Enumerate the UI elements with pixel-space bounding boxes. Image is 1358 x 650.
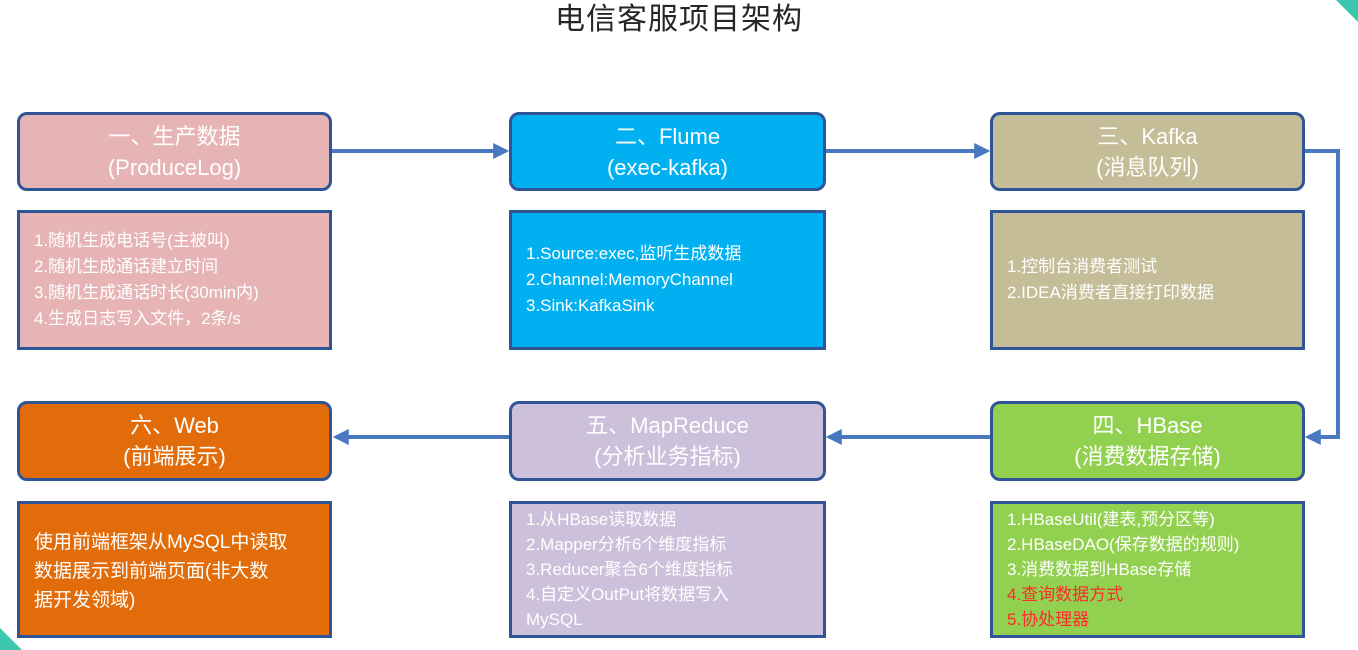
detail-item: 2.随机生成通话建立时间 xyxy=(34,257,219,276)
stage-mapreduce: 五、MapReduce (分析业务指标) xyxy=(509,401,826,481)
detail-item: 据开发领域) xyxy=(34,590,136,611)
detail-item-highlighted: 5.协处理器 xyxy=(1007,610,1090,629)
stage-mapreduce-subtitle: (分析业务指标) xyxy=(594,444,741,469)
stage-web-subtitle: (前端展示) xyxy=(123,444,226,469)
detail-item: 1.HBaseUtil(建表,预分区等) xyxy=(1007,510,1215,529)
stage-produce-details: 1.随机生成电话号(主被叫) 2.随机生成通话建立时间 3.随机生成通话时长(3… xyxy=(17,210,332,350)
stage-kafka-details: 1.控制台消费者测试 2.IDEA消费者直接打印数据 xyxy=(990,210,1305,350)
stage-mapreduce-details: 1.从HBase读取数据 2.Mapper分析6个维度指标 3.Reducer聚… xyxy=(509,501,826,638)
detail-item: 1.从HBase读取数据 xyxy=(526,510,677,529)
stage-flume-title: 二、Flume xyxy=(614,123,721,149)
stage-hbase: 四、HBase (消费数据存储) xyxy=(990,401,1305,481)
stage-produce-title: 一、生产数据 xyxy=(108,123,241,149)
arrow-kafka-to-hbase xyxy=(1304,149,1340,445)
detail-item: 3.Sink:KafkaSink xyxy=(526,296,655,315)
detail-item: 4.自定义OutPut将数据写入 xyxy=(526,585,730,604)
stage-produce-subtitle: (ProduceLog) xyxy=(107,154,242,180)
stage-web-details: 使用前端框架从MySQL中读取 数据展示到前端页面(非大数 据开发领域) xyxy=(17,501,332,638)
stage-web: 六、Web (前端展示) xyxy=(17,401,332,481)
detail-item: 2.Mapper分析6个维度指标 xyxy=(526,535,727,554)
stage-kafka-title: 三、Kafka xyxy=(1097,123,1198,149)
stage-produce: 一、生产数据 (ProduceLog) xyxy=(17,112,332,191)
stage-hbase-title: 四、HBase xyxy=(1092,413,1203,438)
stage-hbase-subtitle: (消费数据存储) xyxy=(1074,444,1221,469)
detail-item: 数据展示到前端页面(非大数 xyxy=(34,561,269,582)
stage-kafka: 三、Kafka (消息队列) xyxy=(990,112,1305,191)
detail-item: 2.Channel:MemoryChannel xyxy=(526,270,733,289)
detail-item: 2.HBaseDAO(保存数据的规则) xyxy=(1007,535,1240,554)
detail-item: 4.生成日志写入文件，2条/s xyxy=(34,309,241,328)
detail-item: 3.消费数据到HBase存储 xyxy=(1007,560,1192,579)
detail-item: 使用前端框架从MySQL中读取 xyxy=(34,532,288,553)
stage-web-title: 六、Web xyxy=(130,413,219,438)
stage-hbase-details: 1.HBaseUtil(建表,预分区等) 2.HBaseDAO(保存数据的规则)… xyxy=(990,501,1305,638)
stage-flume-subtitle: (exec-kafka) xyxy=(606,154,729,180)
detail-item: MySQL xyxy=(526,610,583,629)
detail-item-highlighted: 4.查询数据方式 xyxy=(1007,585,1124,604)
detail-item: 1.Source:exec,监听生成数据 xyxy=(526,244,742,263)
stage-kafka-subtitle: (消息队列) xyxy=(1096,154,1199,180)
detail-item: 1.控制台消费者测试 xyxy=(1007,257,1158,276)
detail-item: 3.随机生成通话时长(30min内) xyxy=(34,283,259,302)
detail-item: 2.IDEA消费者直接打印数据 xyxy=(1007,283,1214,302)
stage-mapreduce-title: 五、MapReduce xyxy=(586,413,749,438)
detail-item: 1.随机生成电话号(主被叫) xyxy=(34,231,230,250)
stage-flume-details: 1.Source:exec,监听生成数据 2.Channel:MemoryCha… xyxy=(509,210,826,350)
stage-flume: 二、Flume (exec-kafka) xyxy=(509,112,826,191)
detail-item: 3.Reducer聚合6个维度指标 xyxy=(526,560,733,579)
